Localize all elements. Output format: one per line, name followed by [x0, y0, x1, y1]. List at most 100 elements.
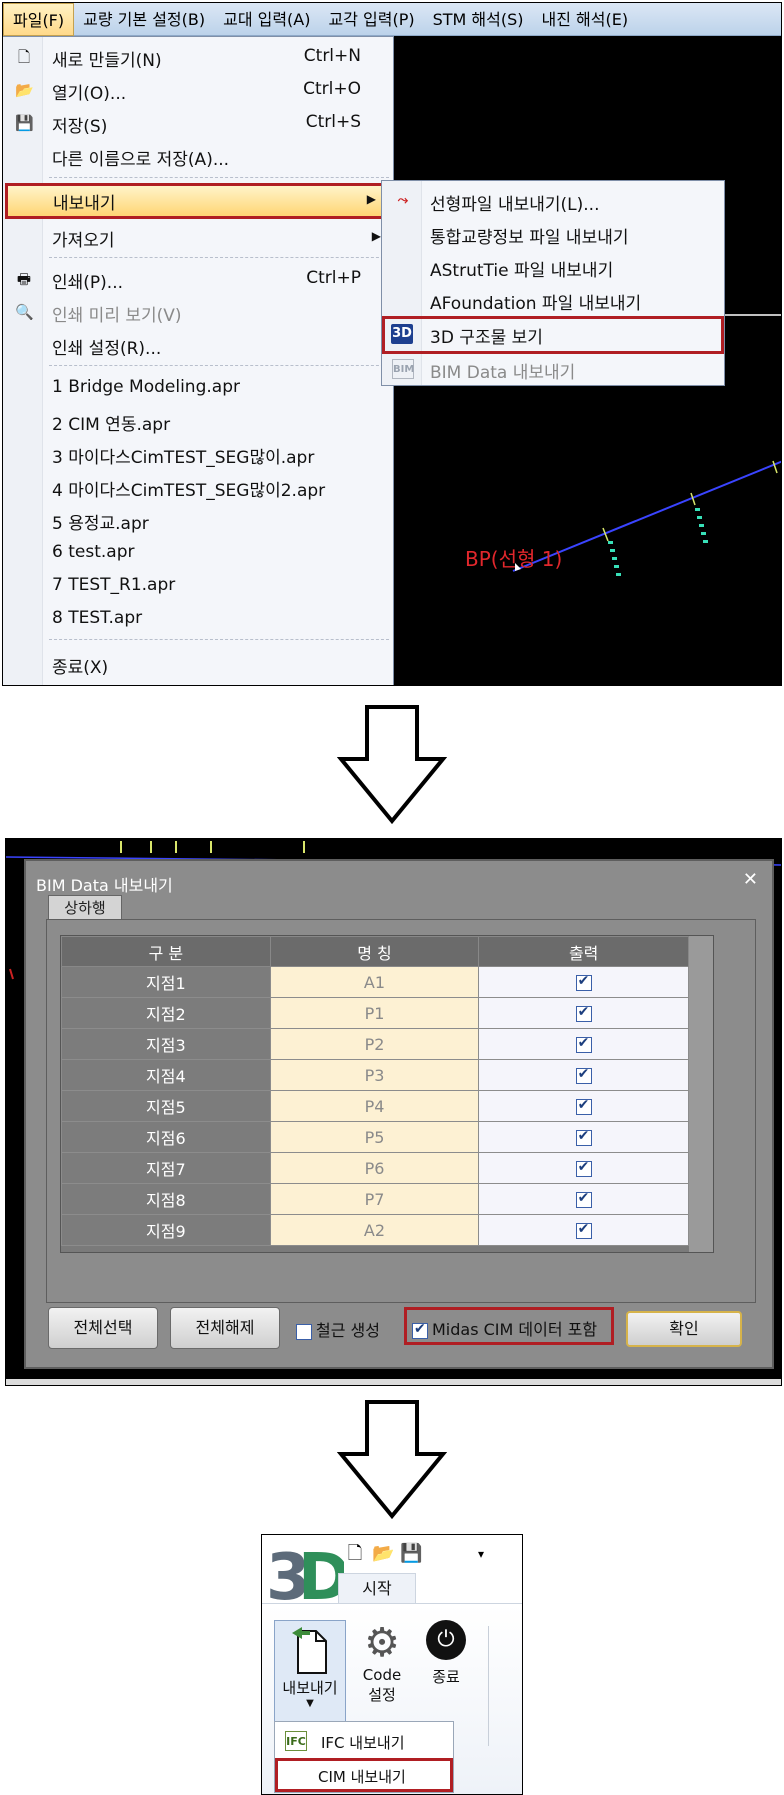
menu-bridge-basic-settings[interactable]: 교량 기본 설정(B) [74, 3, 214, 36]
gear-icon: ⚙ [364, 1620, 400, 1666]
recent-file-4[interactable]: 4 마이다스CimTEST_SEG많이2.apr [3, 471, 393, 503]
menu-separator [49, 257, 389, 258]
print-preview-icon: 🔍 [15, 303, 34, 321]
output-checkbox[interactable] [575, 1128, 592, 1146]
save-disk-icon[interactable]: 💾 [400, 1543, 422, 1565]
app-logo-3d-icon: 3 D [266, 1541, 344, 1609]
output-checkbox[interactable] [575, 1066, 592, 1084]
menu-item-export[interactable]: 내보내기 ▶ [5, 183, 387, 219]
menu-item-cim-export[interactable]: CIM 내보내기 [275, 1758, 453, 1792]
table-row: 지점9 A2 [61, 1214, 689, 1246]
table-row: 지점6 P5 [61, 1121, 689, 1153]
menu-item-new[interactable]: 🗋 새로 만들기(N) Ctrl+N [3, 41, 393, 73]
recent-file-7[interactable]: 7 TEST_R1.apr [3, 570, 393, 602]
ok-button[interactable]: 확인 [626, 1311, 742, 1347]
output-checkbox[interactable] [575, 1035, 592, 1053]
recent-file-6[interactable]: 6 test.apr [3, 537, 393, 569]
vertical-scrollbar[interactable] [689, 936, 713, 1252]
submenu-export-alignment[interactable]: ⤳ 선형파일 내보내기(L)... [382, 185, 724, 217]
column-header-category: 구 분 [61, 936, 271, 967]
output-checkbox[interactable] [575, 973, 592, 991]
menu-abutment-input[interactable]: 교대 입력(A) [214, 3, 319, 36]
select-all-button[interactable]: 전체선택 [48, 1307, 158, 1349]
ifc-icon: IFC [285, 1731, 307, 1751]
new-file-icon: 🗋 [17, 48, 31, 66]
dialog-title: BIM Data 내보내기 [36, 876, 173, 895]
tab-up-down-line[interactable]: 상하행 [48, 895, 122, 919]
menu-item-print[interactable]: 🖶 인쇄(P)... Ctrl+P [3, 263, 393, 295]
output-checkbox[interactable] [575, 1159, 592, 1177]
submenu-arrow-icon: ▶ [371, 229, 381, 243]
table-row: 지점7 P6 [61, 1152, 689, 1184]
deselect-all-button[interactable]: 전체해제 [170, 1307, 280, 1349]
file-menu-screenshot: BP(선형 1) 파일(F) 교량 기본 설정(B) 교대 입력(A) 교각 입… [2, 2, 782, 686]
alignment-export-icon: ⤳ [397, 193, 409, 208]
output-checkbox[interactable] [575, 1097, 592, 1115]
bim-data-grid: 구 분 명 칭 출력 지점1A1 지점2P1 지점3P2 지점4P3 지점5P4… [60, 935, 714, 1253]
output-checkbox[interactable] [575, 1190, 592, 1208]
rebar-generate-checkbox[interactable] [296, 1323, 312, 1340]
menu-item-save[interactable]: 💾 저장(S) Ctrl+S [3, 107, 393, 139]
save-disk-icon: 💾 [15, 114, 34, 132]
table-row: 지점8 P7 [61, 1183, 689, 1215]
recent-file-3[interactable]: 3 마이다스CimTEST_SEG많이.apr [3, 438, 393, 470]
printer-icon: 🖶 [16, 270, 32, 288]
export-ribbon-button[interactable]: 내보내기 ▼ [274, 1620, 346, 1728]
table-row: 지점1 A1 [61, 966, 689, 998]
table-row: 지점5 P4 [61, 1090, 689, 1122]
code-settings-button[interactable]: ⚙ Code 설정 [354, 1620, 410, 1705]
menu-separator [49, 639, 389, 640]
recent-file-1[interactable]: 1 Bridge Modeling.apr [3, 372, 393, 404]
midas-cim-option[interactable]: Midas CIM 데이터 포함 [412, 1316, 597, 1340]
menu-stm-analysis[interactable]: STM 해석(S) [424, 3, 533, 36]
bim-data-dialog-screenshot: BIM Data 내보내기 ✕ 상하행 구 분 명 칭 출력 지점1A1 지점2… [5, 838, 782, 1386]
support-table: 구 분 명 칭 출력 지점1A1 지점2P1 지점3P2 지점4P3 지점5P4… [61, 936, 689, 1246]
menu-item-print-preview: 🔍 인쇄 미리 보기(V) [15, 303, 182, 326]
menu-file[interactable]: 파일(F) [3, 3, 75, 36]
submenu-export-astruttie[interactable]: AStrutTie 파일 내보내기 [382, 251, 724, 283]
output-checkbox[interactable] [575, 1221, 592, 1239]
3d-view-icon: 3D [391, 324, 413, 344]
menu-item-ifc-export[interactable]: IFC IFC 내보내기 [275, 1724, 453, 1758]
menu-item-print-setup[interactable]: 인쇄 설정(R)... [3, 329, 393, 361]
menu-seismic-analysis[interactable]: 내진 해석(E) [533, 3, 638, 36]
bim-data-export-dialog: BIM Data 내보내기 ✕ 상하행 구 분 명 칭 출력 지점1A1 지점2… [24, 859, 774, 1369]
open-folder-icon: 📂 [15, 81, 34, 99]
tab-start[interactable]: 시작 [338, 1573, 416, 1603]
recent-file-5[interactable]: 5 용정교.apr [3, 504, 393, 536]
table-row: 지점2 P1 [61, 997, 689, 1029]
column-header-output: 출력 [478, 936, 689, 967]
submenu-export-afoundation[interactable]: AFoundation 파일 내보내기 [382, 284, 724, 316]
submenu-3d-structure-view[interactable]: 3D 3D 구조물 보기 [382, 316, 724, 354]
submenu-bim-data-export: BIM BIM Data 내보내기 [382, 353, 724, 385]
new-file-icon[interactable]: 🗋 [344, 1543, 366, 1565]
table-row: 지점4 P3 [61, 1059, 689, 1091]
close-icon[interactable]: ✕ [743, 869, 758, 890]
submenu-arrow-icon: ▶ [366, 192, 376, 206]
power-icon: ⏻ [426, 1620, 466, 1660]
column-header-name: 명 칭 [269, 936, 480, 967]
menu-item-save-as[interactable]: 다른 이름으로 저장(A)... [3, 140, 393, 172]
menu-separator [49, 177, 389, 178]
ribbon-separator [488, 1626, 489, 1746]
submenu-export-integrated-bridge[interactable]: 통합교량정보 파일 내보내기 [382, 218, 724, 250]
menu-item-import[interactable]: 가져오기 ▶ [3, 221, 393, 253]
recent-file-2[interactable]: 2 CIM 연동.apr [3, 405, 393, 437]
bim-icon: BIM [392, 359, 414, 379]
open-folder-icon[interactable]: 📂 [372, 1543, 394, 1565]
recent-file-8[interactable]: 8 TEST.apr [3, 603, 393, 635]
rebar-generate-option[interactable]: 철근 생성 [296, 1317, 380, 1341]
menu-pier-input[interactable]: 교각 입력(P) [320, 3, 424, 36]
midas-cim-checkbox[interactable] [412, 1321, 428, 1339]
menu-item-exit[interactable]: 종료(X) [3, 648, 393, 680]
export-document-icon [292, 1627, 327, 1674]
dropdown-arrow-icon: ▼ [306, 1698, 314, 1709]
export-dropdown-menu: IFC IFC 내보내기 CIM 내보내기 [274, 1721, 454, 1793]
down-arrow-icon [337, 705, 447, 825]
menu-item-open[interactable]: 📂 열기(O)... Ctrl+O [3, 74, 393, 106]
output-checkbox[interactable] [575, 1004, 592, 1022]
exit-ribbon-button[interactable]: ⏻ 종료 [418, 1620, 474, 1687]
export-submenu: ⤳ 선형파일 내보내기(L)... 통합교량정보 파일 내보내기 AStrutT… [381, 180, 725, 386]
customize-qat-icon[interactable]: ▾ [470, 1543, 492, 1565]
table-row: 지점3 P2 [61, 1028, 689, 1060]
